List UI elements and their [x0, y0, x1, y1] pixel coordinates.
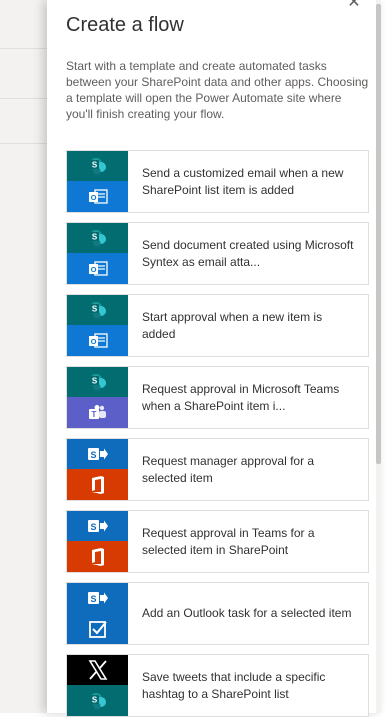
background-page [0, 0, 50, 713]
template-icons: S O [67, 295, 128, 356]
svg-text:S: S [90, 594, 96, 604]
svg-text:O: O [90, 337, 96, 346]
svg-text:T: T [91, 410, 96, 419]
template-icons: S [67, 655, 128, 716]
template-card[interactable]: S O Start approval when a new item is ad… [66, 294, 369, 357]
x-icon [67, 655, 128, 685]
divider [0, 98, 50, 99]
svg-text:S: S [91, 695, 97, 704]
svg-text:S: S [90, 450, 96, 460]
sharepoint-icon: S [67, 295, 128, 325]
template-label: Request approval in Microsoft Teams when… [142, 381, 340, 413]
template-label: Send document created using Microsoft Sy… [142, 237, 354, 269]
outlook-icon: O [67, 325, 128, 356]
template-card[interactable]: S Save tweets that include a specific ha… [66, 654, 369, 717]
template-card[interactable]: S Request manager approval for a selecte… [66, 438, 369, 501]
teams-icon: T [67, 397, 128, 428]
template-label: Send a customized email when a new Share… [142, 165, 344, 197]
divider [0, 143, 50, 144]
template-card[interactable]: S Request approval in Teams for a select… [66, 510, 369, 573]
svg-text:S: S [91, 377, 97, 386]
outlook-icon: O [67, 181, 128, 212]
template-icons: S O [67, 151, 128, 212]
close-icon[interactable]: ✕ [345, 0, 363, 12]
office-icon [67, 469, 128, 500]
template-label: Save tweets that include a specific hash… [142, 669, 326, 701]
template-card[interactable]: S O Send a customized email when a new S… [66, 150, 369, 213]
svg-text:S: S [91, 305, 97, 314]
template-card[interactable]: S Add an Outlook task for a selected ite… [66, 582, 369, 645]
template-icons: S [67, 511, 128, 572]
scrollbar-thumb[interactable] [376, 4, 381, 464]
sharepoint-icon: S [67, 151, 128, 181]
template-label: Add an Outlook task for a selected item [142, 606, 352, 620]
sharepoint-icon: S [67, 685, 128, 716]
sharepoint-trigger-icon: S [67, 439, 128, 469]
template-icons: S [67, 439, 128, 500]
template-icons: S T [67, 367, 128, 428]
panel-scrollbar[interactable] [376, 0, 381, 713]
svg-text:S: S [91, 233, 97, 242]
panel-title: Create a flow [66, 14, 184, 36]
template-card[interactable]: S O Send document created using Microsof… [66, 222, 369, 285]
svg-text:O: O [90, 193, 96, 202]
template-icons: S O [67, 223, 128, 284]
divider [0, 48, 50, 49]
svg-text:S: S [91, 161, 97, 170]
template-label: Start approval when a new item is added [142, 309, 323, 341]
template-label: Request approval in Teams for a selected… [142, 525, 315, 557]
template-card[interactable]: S T Request approval in Microsoft Teams … [66, 366, 369, 429]
todo-checkbox-icon [67, 613, 128, 644]
svg-text:O: O [90, 265, 96, 274]
template-icons: S [67, 583, 128, 644]
sharepoint-trigger-icon: S [67, 511, 128, 541]
office-icon [67, 541, 128, 572]
outlook-icon: O [67, 253, 128, 284]
sharepoint-icon: S [67, 223, 128, 253]
sharepoint-trigger-icon: S [67, 583, 128, 613]
svg-text:S: S [90, 522, 96, 532]
sharepoint-icon: S [67, 367, 128, 397]
panel-description: Start with a template and create automat… [66, 59, 369, 121]
template-label: Request manager approval for a selected … [142, 453, 315, 485]
